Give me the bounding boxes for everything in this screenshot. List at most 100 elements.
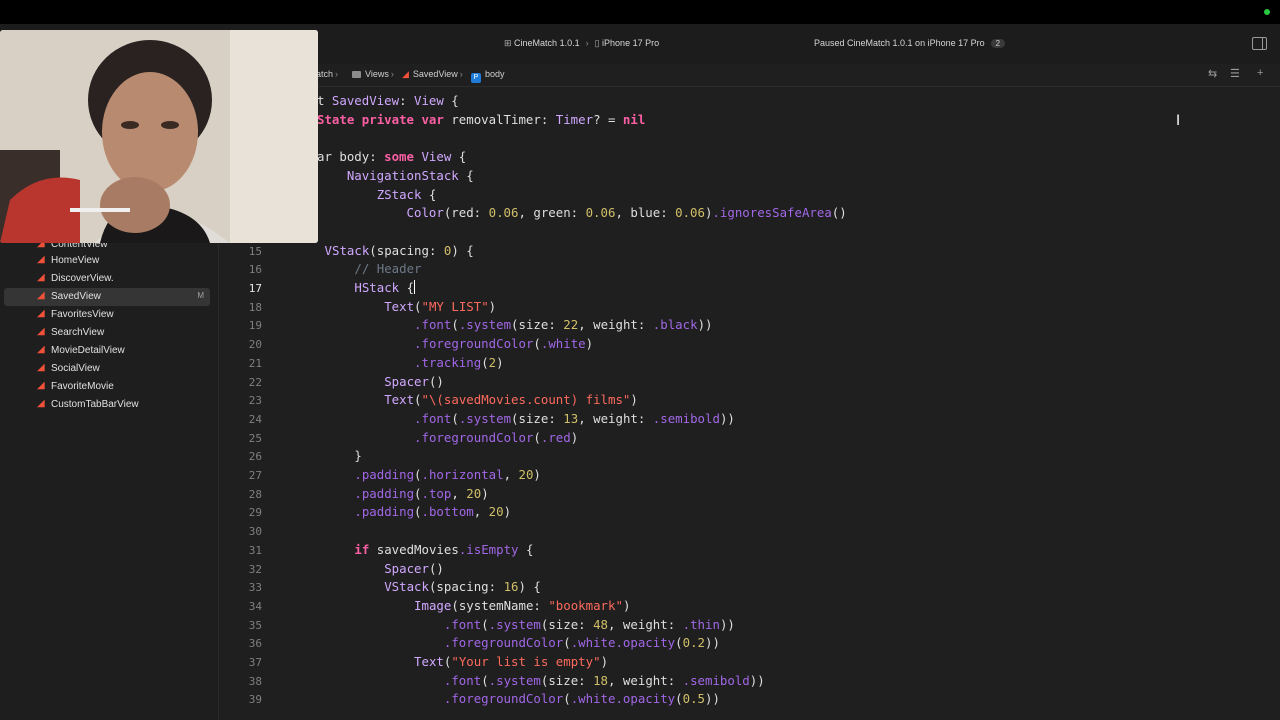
file-item-customtabbarview[interactable]: ◢ CustomTabBarView (0, 396, 218, 414)
chevron-right-icon: › (585, 38, 589, 48)
code-text: HStack { (354, 280, 416, 295)
webcam-person-image (0, 30, 318, 243)
code-text: // Header (235, 261, 422, 277)
breadcrumb-file[interactable]: ◢ SavedView › (402, 69, 465, 80)
code-line[interactable]: 15 VStack(spacing: 0) { (219, 242, 1280, 260)
code-line[interactable]: 26 } (219, 447, 1280, 465)
activity-status: Paused CineMatch 1.0.1 on iPhone 17 Pro 2 (814, 38, 1006, 48)
code-text: .padding(.bottom, 20) (354, 504, 512, 520)
scheme-selector[interactable]: ⊞ CineMatch 1.0.1 › ▯ iPhone 17 Pro (504, 38, 659, 49)
code-line[interactable]: 27 .padding(.horizontal, 20) (219, 466, 1280, 484)
code-line[interactable]: 29 .padding(.bottom, 20) (219, 503, 1280, 521)
file-item-socialview[interactable]: ◢ SocialView (0, 360, 218, 378)
code-line[interactable]: 39 .foregroundColor(.white.opacity(0.5)) (219, 690, 1280, 708)
code-line[interactable]: 20 .foregroundColor(.white) (219, 335, 1280, 353)
swift-file-icon: ◢ (37, 344, 45, 355)
code-line[interactable]: 18 Text("MY LIST") (219, 298, 1280, 316)
property-icon: P (471, 73, 481, 83)
code-line[interactable]: 32 Spacer() (219, 560, 1280, 578)
recording-indicator-icon (1264, 9, 1270, 15)
breadcrumb-project[interactable]: atch › (316, 69, 340, 79)
code-line[interactable]: 24 .font(.system(size: 13, weight: .semi… (219, 410, 1280, 428)
code-line[interactable]: 25 .foregroundColor(.red) (219, 429, 1280, 447)
code-text: VStack(spacing: 0) { (324, 242, 474, 258)
code-text: .padding(.top, 20) (354, 485, 489, 501)
code-text: Spacer() (384, 560, 444, 576)
add-editor-icon[interactable]: + (1257, 67, 1263, 79)
device-icon: ▯ (594, 38, 603, 48)
related-items-icon[interactable]: ⇆ (1208, 67, 1217, 80)
file-item-favoritesview[interactable]: ◢ FavoritesView (0, 306, 218, 324)
swift-file-icon: ◢ (37, 398, 45, 409)
file-item-moviedetailview[interactable]: ◢ MovieDetailView (0, 342, 218, 360)
code-line[interactable]: t SavedView: View { (219, 92, 1280, 110)
code-text: .font(.system(size: 13, weight: .semibol… (414, 410, 735, 426)
breadcrumb-folder[interactable]: Views › (352, 69, 396, 79)
swift-file-icon: ◢ (37, 254, 45, 265)
code-line[interactable]: 30 (219, 522, 1280, 540)
code-text: Text("MY LIST") (384, 298, 497, 314)
breadcrumb-file-label: SavedView (412, 69, 458, 79)
code-line[interactable]: ar body: some View { (219, 148, 1280, 166)
code-text: ZStack { (376, 186, 437, 202)
file-item-homeview[interactable]: ◢ HomeView (0, 252, 218, 270)
code-line[interactable]: 19 .font(.system(size: 22, weight: .blac… (219, 316, 1280, 334)
code-text: Text("Your list is empty") (414, 654, 609, 669)
file-item-savedview[interactable]: ◢ SavedView M (4, 288, 210, 306)
code-line[interactable]: 21 .tracking(2) (219, 354, 1280, 372)
code-line[interactable]: 17 HStack { (219, 279, 1280, 297)
code-line[interactable]: 34 Image(systemName: "bookmark") (219, 597, 1280, 615)
code-line[interactable]: 36 .foregroundColor(.white.opacity(0.2)) (219, 634, 1280, 652)
code-line[interactable]: Color(red: 0.06, green: 0.06, blue: 0.06… (219, 204, 1280, 222)
code-line[interactable]: ZStack { (219, 186, 1280, 204)
file-label: MovieDetailView (51, 345, 125, 356)
code-line[interactable]: 38 .font(.system(size: 18, weight: .semi… (219, 672, 1280, 690)
breadcrumb-symbol[interactable]: Pbody (471, 69, 505, 83)
source-editor[interactable]: t SavedView: View {State private var rem… (219, 87, 1280, 720)
code-line[interactable]: 35 .font(.system(size: 48, weight: .thin… (219, 616, 1280, 634)
swift-file-icon: ◢ (37, 290, 45, 301)
destination-label[interactable]: iPhone 17 Pro (602, 38, 659, 48)
code-line[interactable]: 31 if savedMovies.isEmpty { (219, 541, 1280, 559)
webcam-overlay (0, 30, 318, 243)
code-line[interactable] (219, 223, 1280, 241)
code-line[interactable]: 37 Text("Your list is empty") (219, 653, 1280, 671)
code-text: VStack(spacing: 16) { (384, 579, 541, 595)
code-line[interactable]: State private var removalTimer: Timer? =… (219, 111, 1280, 129)
menu-bar (0, 0, 1280, 24)
code-text: .padding(.horizontal, 20) (354, 467, 541, 482)
swift-file-icon: ◢ (37, 362, 45, 373)
status-badge[interactable]: 2 (990, 39, 1006, 48)
code-line[interactable]: NavigationStack { (219, 167, 1280, 185)
swift-file-icon: ◢ (37, 380, 45, 391)
chevron-right-icon: › (459, 69, 463, 79)
code-text: State private var removalTimer: Timer? =… (317, 111, 646, 127)
breadcrumb-project-label: atch (316, 69, 334, 79)
breadcrumb-symbol-label: body (485, 69, 505, 79)
code-line[interactable]: 23 Text("\(savedMovies.count) films") (219, 391, 1280, 409)
code-text: .foregroundColor(.white.opacity(0.5)) (443, 691, 720, 707)
code-line[interactable]: 28 .padding(.top, 20) (219, 485, 1280, 503)
code-text: .foregroundColor(.white) (414, 336, 594, 352)
code-text: .font(.system(size: 22, weight: .black)) (414, 317, 713, 333)
inspector-toggle-icon[interactable] (1252, 37, 1267, 50)
editor-options-icon[interactable]: ☰ (1230, 67, 1240, 80)
code-text: .tracking(2) (414, 354, 504, 370)
chevron-right-icon: › (390, 69, 394, 79)
code-text: .font(.system(size: 48, weight: .thin)) (443, 616, 735, 632)
file-label: FavoriteMovie (51, 381, 114, 392)
file-item-favoritemovie[interactable]: ◢ FavoriteMovie (0, 378, 218, 396)
scheme-label[interactable]: CineMatch 1.0.1 (514, 38, 580, 48)
code-line[interactable]: 16 // Header (219, 260, 1280, 278)
file-label: SearchView (51, 327, 105, 338)
code-line[interactable] (219, 129, 1280, 147)
code-text: .foregroundColor(.white.opacity(0.2)) (443, 635, 720, 651)
code-line[interactable]: 22 Spacer() (219, 373, 1280, 391)
code-line[interactable]: 33 VStack(spacing: 16) { (219, 578, 1280, 596)
status-text: Paused CineMatch 1.0.1 on iPhone 17 Pro (814, 38, 985, 48)
code-text: ar body: some View { (317, 149, 467, 165)
file-item-searchview[interactable]: ◢ SearchView (0, 324, 218, 342)
code-text: } (235, 448, 362, 464)
file-item-discoverview[interactable]: ◢ DiscoverView. (0, 270, 218, 288)
code-text: NavigationStack { (346, 167, 474, 183)
